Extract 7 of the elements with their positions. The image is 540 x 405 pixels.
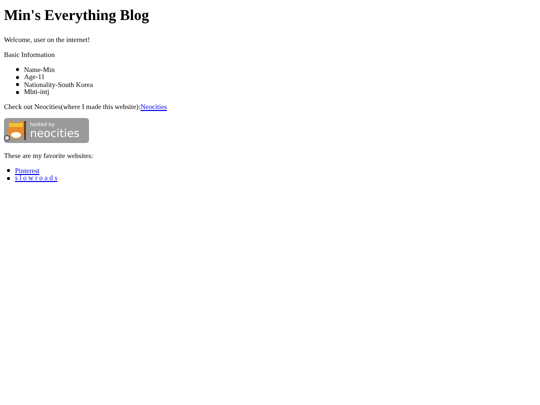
bullet-icon <box>16 76 19 79</box>
bullet-icon <box>16 83 19 86</box>
bullet-icon <box>16 90 19 94</box>
page-title: Min's Everything Blog <box>4 8 150 25</box>
bullet-icon <box>7 169 10 172</box>
bullet-icon <box>7 176 10 180</box>
bullet-icon <box>16 68 19 72</box>
